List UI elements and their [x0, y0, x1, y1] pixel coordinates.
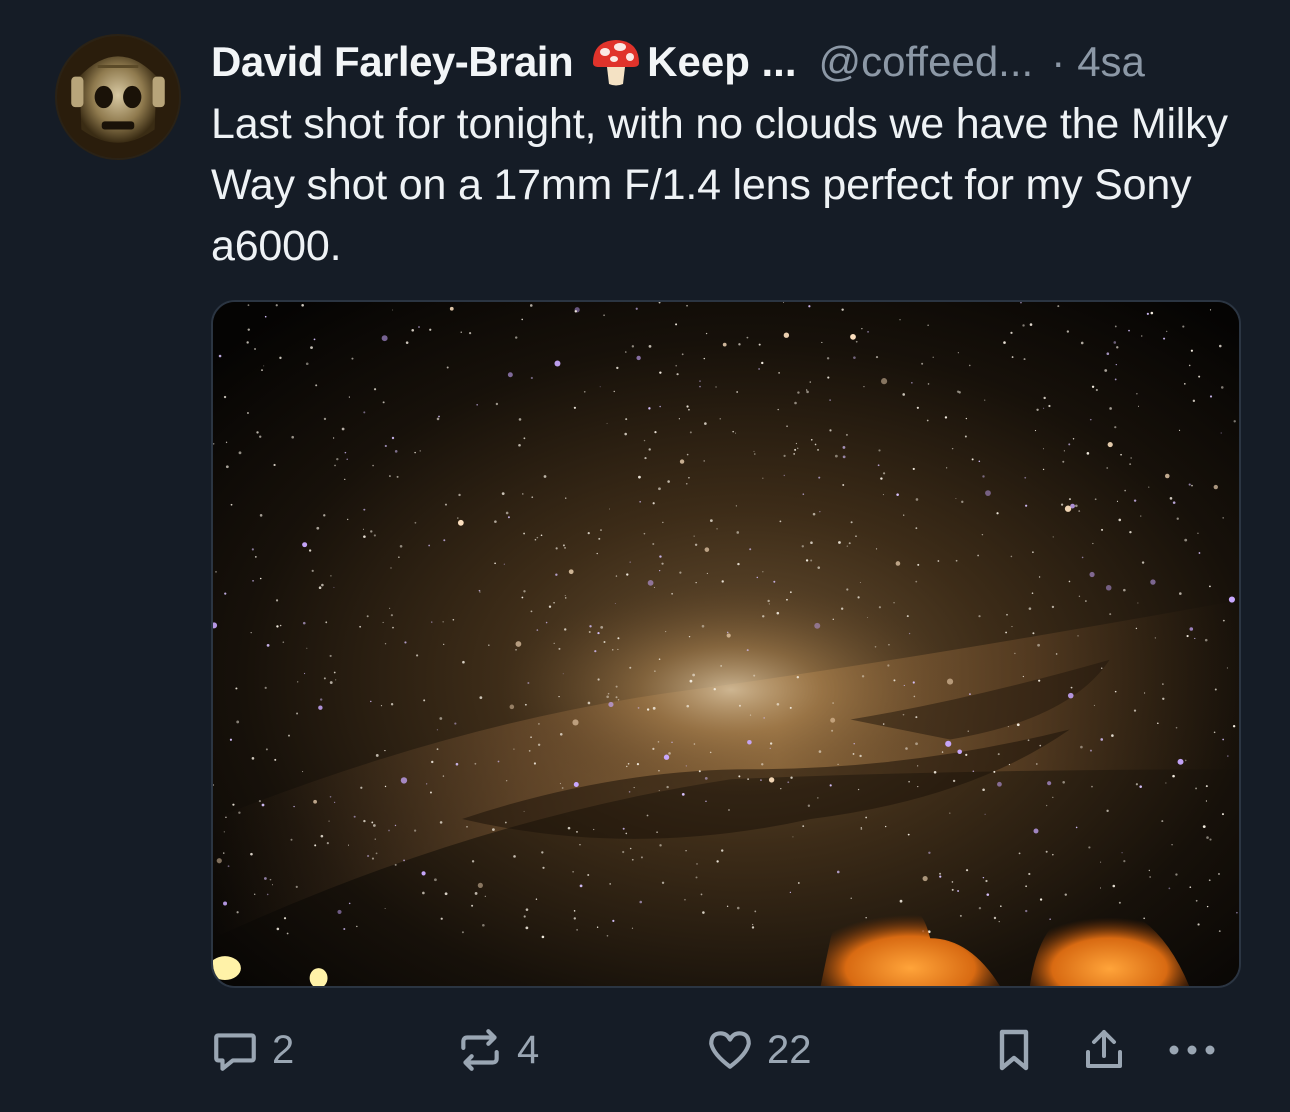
- heart-icon: [709, 1031, 751, 1069]
- author-handle[interactable]: @coffeed...: [819, 34, 1034, 90]
- author-display-name[interactable]: David Farley-Brain: [211, 34, 574, 90]
- more-options-button[interactable]: [1165, 1020, 1219, 1080]
- post-card: David Farley-Brain Keep ... @coffeed... …: [0, 0, 1290, 1112]
- like-count: 22: [767, 1027, 812, 1072]
- reply-icon: [214, 1033, 256, 1071]
- post-header: David Farley-Brain Keep ... @coffeed... …: [211, 34, 1251, 90]
- more-icon: [1169, 1045, 1215, 1055]
- cyberman-avatar-icon: [57, 36, 179, 158]
- repost-icon: [461, 1029, 499, 1071]
- milky-way-photo-icon: [213, 302, 1239, 986]
- mushroom-icon: [589, 35, 643, 89]
- bookmark-button[interactable]: [990, 1020, 1038, 1080]
- action-bar: 2 4 22: [0, 1020, 1290, 1080]
- separator-dot: ·: [1051, 38, 1066, 85]
- post-text: Last shot for tonight, with no clouds we…: [211, 100, 1228, 270]
- reply-button[interactable]: 2: [210, 1020, 294, 1080]
- repost-button[interactable]: 4: [455, 1020, 539, 1080]
- like-button[interactable]: 22: [705, 1020, 812, 1080]
- author-name-tail[interactable]: Keep ...: [647, 34, 796, 90]
- post-image[interactable]: [211, 300, 1241, 988]
- bookmark-icon: [999, 1029, 1029, 1071]
- share-icon: [1086, 1030, 1122, 1068]
- reply-count: 2: [272, 1027, 295, 1072]
- avatar[interactable]: [55, 34, 181, 160]
- share-button[interactable]: [1080, 1020, 1128, 1080]
- repost-count: 4: [517, 1027, 540, 1072]
- post-timestamp[interactable]: 4sa: [1077, 34, 1145, 90]
